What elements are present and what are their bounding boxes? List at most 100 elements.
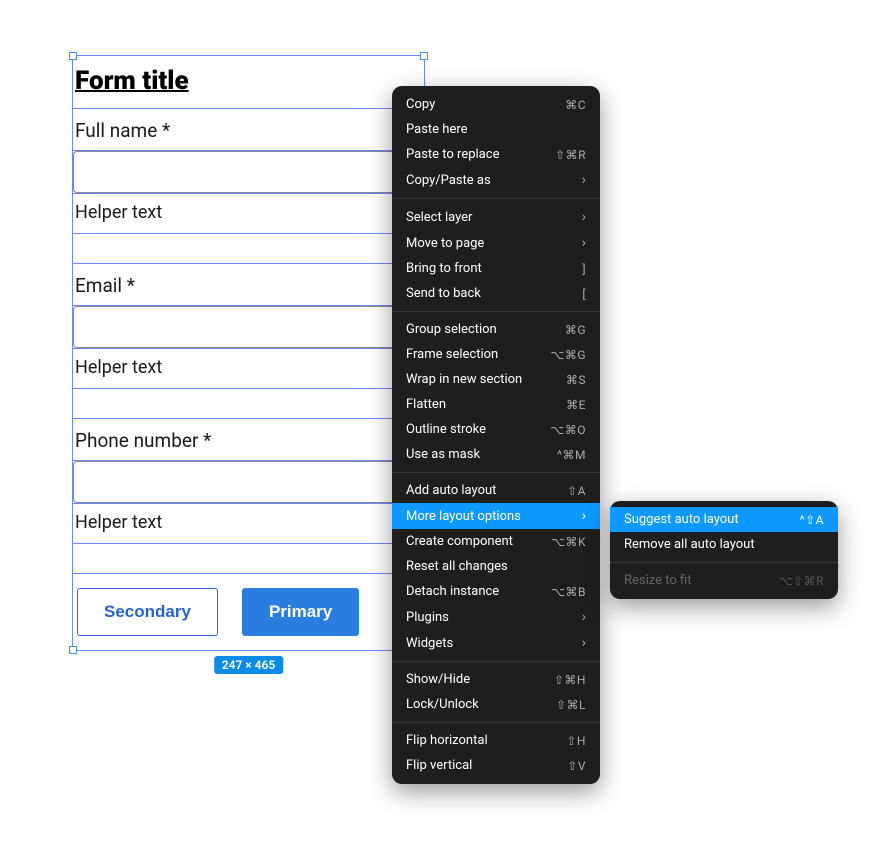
menu-item-label: Select layer [406,210,472,225]
menu-shortcut: ] [582,262,586,276]
menu-item-label: Flip vertical [406,758,472,773]
menu-item-label: Resize to fit [624,573,691,588]
menu-item-label: Lock/Unlock [406,697,479,712]
chevron-right-icon: › [582,172,586,188]
primary-button[interactable]: Primary [242,588,359,636]
menu-item-label: Copy/Paste as [406,173,491,188]
menu-shortcut: ^⇧A [800,513,824,527]
menu-shortcut: ⇧A [567,484,586,498]
menu-item-label: Widgets [406,636,453,651]
menu-item-flip-vertical[interactable]: Flip vertical⇧V [392,753,600,778]
menu-item-label: Frame selection [406,347,498,362]
menu-shortcut: ⇧H [566,734,586,748]
menu-item-add-auto-layout[interactable]: Add auto layout⇧A [392,478,600,503]
menu-item-more-layout-options[interactable]: More layout options › [392,503,600,529]
menu-item-lock-unlock[interactable]: Lock/Unlock ⇧⌘L [392,692,600,717]
menu-item-frame-selection[interactable]: Frame selection ⌥⌘G [392,342,600,367]
field-label[interactable]: Phone number * [73,419,424,461]
submenu-item-remove-all-auto-layout[interactable]: Remove all auto layout [610,532,838,557]
menu-item-paste-to-replace[interactable]: Paste to replace ⇧⌘R [392,142,600,167]
menu-item-flip-horizontal[interactable]: Flip horizontal ⇧H [392,728,600,753]
field-label[interactable]: Email * [73,264,424,306]
field-helper[interactable]: Helper text [73,194,424,233]
field-group[interactable]: Email * Helper text [73,264,424,389]
menu-item-label: Suggest auto layout [624,512,739,527]
submenu-item-suggest-auto-layout[interactable]: Suggest auto layout ^⇧A [610,507,838,532]
menu-item-label: Flip horizontal [406,733,488,748]
spacer [73,234,424,264]
selection-handle-tr[interactable] [420,52,428,60]
fullname-input[interactable] [73,151,424,193]
menu-shortcut: ⌘E [566,398,586,412]
chevron-right-icon: › [582,235,586,251]
field-group[interactable]: Phone number * Helper text [73,419,424,544]
selection-handle-bl[interactable] [69,646,77,654]
menu-item-label: Flatten [406,397,446,412]
menu-item-label: Move to page [406,236,484,251]
secondary-button[interactable]: Secondary [77,588,218,636]
menu-shortcut: [ [582,287,586,301]
context-menu: Copy⌘C Paste here Paste to replace ⇧⌘R Copy/… [392,86,600,784]
menu-item-send-to-back[interactable]: Send to back [ [392,281,600,306]
menu-item-flatten[interactable]: Flatten ⌘E [392,392,600,417]
chevron-right-icon: › [582,635,586,651]
menu-item-paste-here[interactable]: Paste here [392,117,600,142]
menu-item-label: Remove all auto layout [624,537,755,552]
menu-item-label: More layout options [406,509,521,524]
menu-item-wrap-in-new-section[interactable]: Wrap in new section⌘S [392,367,600,392]
menu-item-use-as-mask[interactable]: Use as mask^⌘M [392,442,600,467]
menu-shortcut: ⇧⌘R [555,148,586,162]
field-input-wrapper [73,151,424,194]
menu-item-label: Send to back [406,286,481,301]
chevron-right-icon: › [582,609,586,625]
selection-handle-tl[interactable] [69,52,77,60]
menu-item-label: Wrap in new section [406,372,522,387]
menu-item-label: Paste here [406,122,468,137]
menu-item-label: Bring to front [406,261,482,276]
chevron-right-icon: › [582,209,586,225]
menu-shortcut: ^⌘M [557,448,586,462]
button-row: Secondary Primary [73,574,424,650]
menu-item-label: Group selection [406,322,497,337]
menu-shortcut: ⌥⌘G [550,348,586,362]
menu-item-copy-paste-as[interactable]: Copy/Paste as › [392,167,600,193]
spacer [73,544,424,574]
menu-item-label: Copy [406,97,435,112]
chevron-right-icon: › [582,508,586,524]
menu-shortcut: ⌥⌘O [550,423,586,437]
field-group[interactable]: Full name * Helper text [73,109,424,234]
layout-submenu: Suggest auto layout ^⇧A Remove all auto la… [610,501,838,599]
field-helper[interactable]: Helper text [73,504,424,543]
field-helper[interactable]: Helper text [73,349,424,388]
field-input-wrapper [73,306,424,349]
menu-divider [392,311,600,312]
menu-item-select-layer[interactable]: Select layer › [392,204,600,230]
phone-input[interactable] [73,461,424,503]
menu-item-label: Plugins [406,610,449,625]
menu-item-plugins[interactable]: Plugins › [392,604,600,630]
menu-item-bring-to-front[interactable]: Bring to front] [392,256,600,281]
selected-form-frame[interactable]: Form title Full name * Helper text Email… [72,55,425,651]
menu-item-group-selection[interactable]: Group selection⌘G [392,317,600,342]
menu-item-copy[interactable]: Copy⌘C [392,92,600,117]
menu-item-create-component[interactable]: Create component ⌥⌘K [392,529,600,554]
form-title[interactable]: Form title [73,56,424,109]
menu-item-label: Paste to replace [406,147,499,162]
menu-item-show-hide[interactable]: Show/Hide⇧⌘H [392,667,600,692]
menu-divider [392,472,600,473]
menu-item-reset-all-changes[interactable]: Reset all changes [392,554,600,579]
menu-divider [392,722,600,723]
menu-shortcut: ⌥⌘K [551,535,586,549]
menu-divider [392,661,600,662]
menu-shortcut: ⇧⌘L [556,698,586,712]
menu-item-widgets[interactable]: Widgets › [392,630,600,656]
menu-item-label: Create component [406,534,513,549]
menu-item-outline-stroke[interactable]: Outline stroke⌥⌘O [392,417,600,442]
spacer [73,389,424,419]
menu-divider [392,198,600,199]
menu-item-move-to-page[interactable]: Move to page › [392,230,600,256]
field-label[interactable]: Full name * [73,109,424,151]
menu-item-detach-instance[interactable]: Detach instance⌥⌘B [392,579,600,604]
submenu-item-resize-to-fit: Resize to fit⌥⇧⌘R [610,568,838,593]
email-input[interactable] [73,306,424,348]
